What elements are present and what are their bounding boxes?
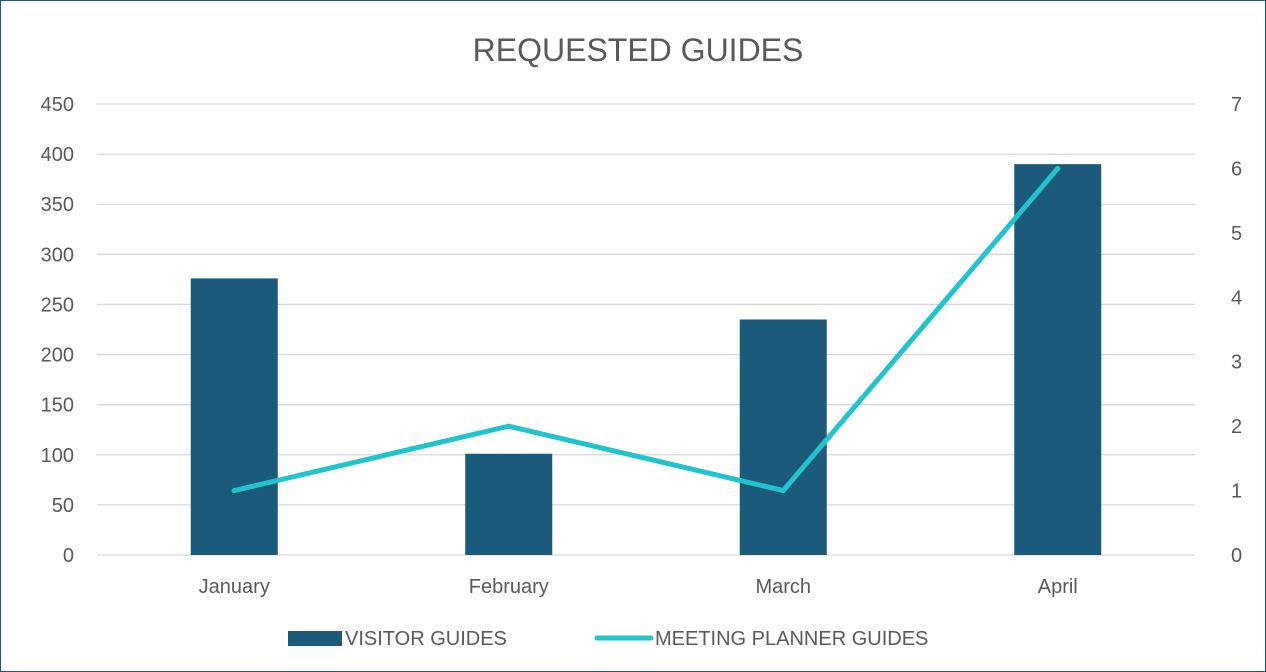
line-point	[1055, 165, 1061, 171]
bar	[465, 453, 553, 555]
y-tick-label: 300	[41, 244, 74, 266]
x-axis-ticks: January February March April	[199, 576, 1078, 598]
bar	[739, 319, 827, 555]
y2-tick-label: 4	[1231, 287, 1242, 309]
legend: VISITOR GUIDES MEETING PLANNER GUIDES	[288, 628, 928, 650]
x-tick-label: March	[755, 576, 811, 598]
line-meeting-planner-guides	[231, 165, 1061, 494]
chart-frame: REQUESTED GUIDES 0 50 100 150 200 250 300 350 40…	[0, 0, 1266, 672]
bar	[190, 278, 278, 555]
line-point	[231, 488, 237, 494]
chart-svg: REQUESTED GUIDES 05010015020025030035040…	[41, 32, 1243, 650]
chart-title: REQUESTED GUIDES	[473, 32, 804, 68]
y-tick-label: 200	[41, 345, 74, 367]
bar-series	[190, 164, 1102, 555]
line-series	[231, 165, 1061, 494]
y2-tick-label: 0	[1231, 545, 1242, 567]
y2-tick-label: 5	[1231, 223, 1242, 245]
right-axis-ticks: 0 1 2 3 4 5 6 7	[1231, 94, 1242, 567]
y2-tick-label: 7	[1231, 94, 1242, 116]
line-point	[780, 488, 786, 494]
y2-tick-label: 3	[1231, 352, 1242, 374]
y-tick-label: 250	[41, 294, 74, 316]
y-tick-label: 0	[63, 545, 74, 567]
legend-swatch-visitor-guides	[288, 631, 342, 646]
legend-label-visitor-guides: VISITOR GUIDES	[345, 628, 507, 650]
x-tick-label: January	[199, 576, 270, 598]
x-tick-label: February	[469, 576, 549, 598]
y2-tick-label: 1	[1231, 481, 1242, 503]
y-tick-label: 50	[52, 495, 74, 517]
x-tick-label: April	[1038, 576, 1078, 598]
y-tick-label: 400	[41, 144, 74, 166]
y-tick-label: 150	[41, 395, 74, 417]
line-point	[506, 423, 512, 429]
y-tick-label: 350	[41, 194, 74, 216]
left-axis-ticks: 0 50 100 150 200 250 300 350 400 450	[41, 94, 74, 567]
y2-tick-label: 6	[1231, 158, 1242, 180]
y-tick-label: 100	[41, 445, 74, 467]
legend-label-meeting-planner-guides: MEETING PLANNER GUIDES	[655, 628, 928, 650]
y-tick-label: 450	[41, 94, 74, 116]
y2-tick-label: 2	[1231, 416, 1242, 438]
bar	[1014, 164, 1102, 555]
